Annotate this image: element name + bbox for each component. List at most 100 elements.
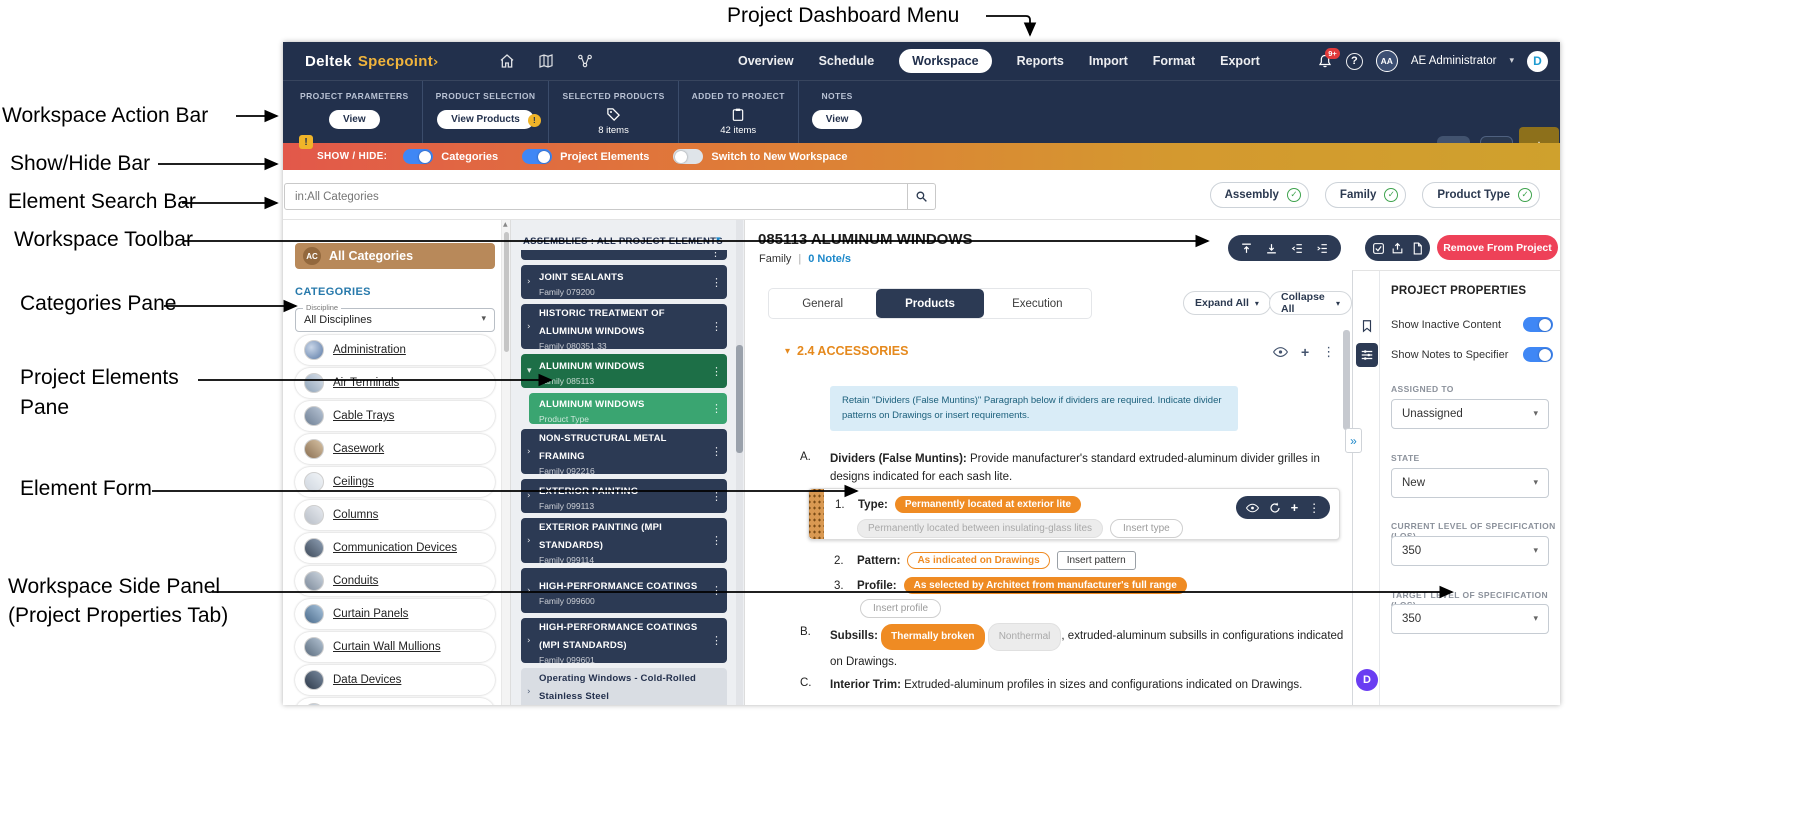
kebab-menu-icon[interactable]: ⋮: [711, 634, 721, 647]
category-item-curtain-panels[interactable]: Curtain Panels: [295, 599, 495, 629]
document-icon[interactable]: [1411, 242, 1424, 255]
kebab-menu-icon[interactable]: ⋮: [711, 445, 721, 458]
menu-schedule[interactable]: Schedule: [819, 54, 875, 68]
kebab-menu-icon[interactable]: ⋮: [711, 490, 721, 503]
scrollbar-thumb[interactable]: [504, 232, 509, 352]
show-notes-to-specifier-toggle[interactable]: [1523, 347, 1553, 362]
panel-expander-button[interactable]: »: [1345, 428, 1362, 453]
share-icon[interactable]: [1391, 242, 1404, 255]
menu-overview[interactable]: Overview: [738, 54, 794, 68]
notes-link[interactable]: 0 Note/s: [808, 253, 851, 265]
eye-icon[interactable]: [1273, 346, 1288, 358]
kebab-menu-icon[interactable]: ⋮: [711, 402, 721, 415]
assistant-d-icon[interactable]: D: [1356, 669, 1378, 691]
chevron-down-icon[interactable]: ▾: [716, 235, 721, 245]
menu-workspace[interactable]: Workspace: [899, 49, 991, 73]
element-item-joint-sealants[interactable]: › JOINT SEALANTSFamily 079200 ⋮: [521, 265, 727, 299]
user-menu-chevron-icon[interactable]: ▾: [1509, 56, 1514, 66]
kebab-menu-icon[interactable]: ⋮: [711, 584, 721, 597]
show-inactive-content-toggle[interactable]: [1523, 317, 1553, 332]
category-item-partial[interactable]: [295, 698, 495, 705]
element-item-clipped[interactable]: ⋮: [521, 250, 727, 260]
element-search-input[interactable]: [284, 183, 908, 210]
chevron-right-icon[interactable]: ›: [527, 322, 539, 332]
remove-from-project-button[interactable]: Remove From Project: [1437, 235, 1558, 260]
section-accessories-header[interactable]: ▾ 2.4 ACCESSORIES: [785, 344, 908, 358]
refresh-icon[interactable]: [1269, 502, 1281, 514]
element-item-high-performance-coatings[interactable]: › HIGH-PERFORMANCE COATINGSFamily 099600…: [521, 568, 727, 613]
scrollbar-thumb[interactable]: [1343, 330, 1350, 430]
kebab-menu-icon[interactable]: ⋮: [1308, 501, 1320, 515]
elements-scrollbar[interactable]: [736, 220, 743, 705]
add-icon[interactable]: +: [1301, 344, 1309, 360]
checklist-icon[interactable]: [1372, 242, 1385, 255]
categories-scrollbar[interactable]: ▲: [501, 220, 510, 705]
view-project-parameters-button[interactable]: View: [329, 110, 380, 129]
menu-format[interactable]: Format: [1153, 54, 1195, 68]
tab-execution[interactable]: Execution: [984, 289, 1091, 318]
filter-family[interactable]: Family✓: [1325, 182, 1406, 208]
element-item-exterior-painting[interactable]: › EXTERIOR PAINTINGFamily 099113 ⋮: [521, 479, 727, 513]
chevron-down-icon[interactable]: ▾: [527, 366, 539, 376]
option-pill-selected[interactable]: As selected by Architect from manufactur…: [904, 577, 1187, 594]
project-properties-tab-icon[interactable]: [1356, 343, 1378, 367]
map-icon[interactable]: [538, 53, 554, 69]
chevron-right-icon[interactable]: ›: [527, 586, 539, 596]
categories-toggle[interactable]: [403, 149, 433, 164]
clipboard-icon[interactable]: [731, 107, 745, 122]
eye-icon[interactable]: [1246, 503, 1259, 513]
kebab-menu-icon[interactable]: ⋮: [1322, 345, 1335, 360]
insert-pattern-button[interactable]: Insert pattern: [1057, 551, 1136, 570]
add-icon[interactable]: +: [1291, 500, 1299, 515]
element-item-historic-treatment[interactable]: › HISTORIC TREATMENT OF ALUMINUM WINDOWS…: [521, 304, 727, 349]
menu-export[interactable]: Export: [1220, 54, 1260, 68]
workflow-icon[interactable]: [577, 53, 593, 69]
tab-products[interactable]: Products: [876, 289, 983, 318]
chevron-right-icon[interactable]: ›: [527, 447, 539, 457]
option-pill-selected[interactable]: Thermally broken: [881, 624, 984, 650]
search-submit-button[interactable]: [908, 183, 936, 210]
chevron-right-icon[interactable]: ›: [527, 536, 539, 546]
target-los-select[interactable]: 350▾: [1391, 604, 1549, 634]
scrollbar-thumb[interactable]: [736, 345, 743, 453]
all-categories-header[interactable]: AC All Categories: [295, 243, 495, 269]
kebab-menu-icon[interactable]: ⋮: [711, 276, 721, 289]
bookmark-tab-icon[interactable]: [1357, 316, 1376, 335]
collapse-all-button[interactable]: Collapse All▾: [1269, 291, 1352, 315]
category-item-data-devices[interactable]: Data Devices: [295, 665, 495, 695]
category-item-air-terminals[interactable]: Air Terminals: [295, 368, 495, 398]
category-item-administration[interactable]: Administration: [295, 335, 495, 365]
category-item-casework[interactable]: Casework: [295, 434, 495, 464]
notifications-bell-icon[interactable]: 9+: [1317, 53, 1333, 70]
help-icon[interactable]: ?: [1346, 53, 1363, 70]
indent-icon[interactable]: [1316, 242, 1329, 255]
chevron-right-icon[interactable]: ›: [527, 491, 539, 501]
insert-profile-button[interactable]: Insert profile: [860, 599, 941, 618]
chevron-right-icon[interactable]: ›: [527, 687, 539, 697]
element-item-high-performance-coatings-mpi[interactable]: › HIGH-PERFORMANCE COATINGS (MPI STANDAR…: [521, 618, 727, 663]
home-icon[interactable]: [499, 53, 515, 69]
option-pill-selected[interactable]: As indicated on Drawings: [907, 552, 1049, 569]
state-select[interactable]: New▾: [1391, 468, 1549, 498]
expand-all-button[interactable]: Expand All▾: [1183, 291, 1271, 315]
collapse-sections-icon[interactable]: [1240, 242, 1253, 255]
outdent-icon[interactable]: [1291, 242, 1304, 255]
element-item-aluminum-windows-selected[interactable]: ▾ ALUMINUM WINDOWSFamily 085113 ⋮: [521, 354, 727, 388]
category-item-communication-devices[interactable]: Communication Devices: [295, 533, 495, 563]
category-item-cable-trays[interactable]: Cable Trays: [295, 401, 495, 431]
menu-reports[interactable]: Reports: [1017, 54, 1064, 68]
kebab-menu-icon[interactable]: ⋮: [710, 250, 721, 259]
kebab-menu-icon[interactable]: ⋮: [711, 365, 721, 378]
tab-general[interactable]: General: [769, 289, 876, 318]
tag-icon[interactable]: [606, 107, 621, 122]
element-item-non-structural-metal-framing[interactable]: › NON-STRUCTURAL METAL FRAMINGFamily 092…: [521, 429, 727, 474]
project-elements-toggle[interactable]: [522, 149, 552, 164]
drag-handle-icon[interactable]: [809, 489, 824, 539]
option-pill-unselected[interactable]: Permanently located between insulating-g…: [857, 519, 1103, 538]
kebab-menu-icon[interactable]: ⋮: [711, 534, 721, 547]
view-products-button[interactable]: View Products!: [437, 110, 534, 129]
category-item-columns[interactable]: Columns: [295, 500, 495, 530]
category-item-curtain-wall-mullions[interactable]: Curtain Wall Mullions: [295, 632, 495, 662]
insert-type-button[interactable]: Insert type: [1110, 519, 1183, 538]
current-los-select[interactable]: 350▾: [1391, 536, 1549, 566]
